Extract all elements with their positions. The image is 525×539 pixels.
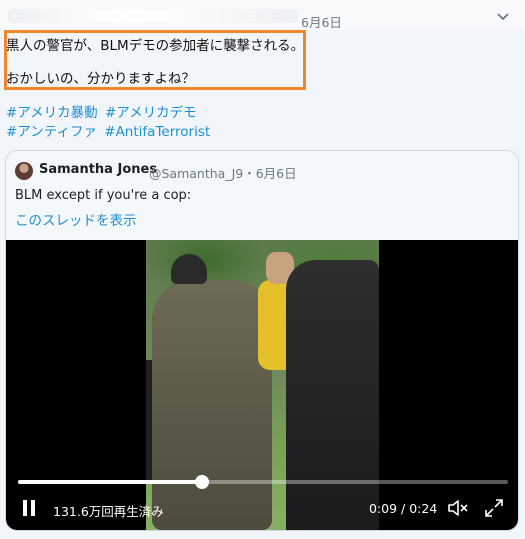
tweet-text-line-1: 黒人の警官が、BLMデモの参加者に襲撃される。 [6, 38, 305, 54]
tweet-date[interactable]: 6月6日 [301, 12, 342, 31]
hashtag-link[interactable]: #AntifaTerrorist [104, 124, 210, 140]
quoted-tweet-text: BLM except if you're a cop: [15, 188, 192, 203]
pause-icon[interactable] [22, 500, 36, 516]
hashtag-list: #アメリカ暴動 #アメリカデモ #アンティファ #AntifaTerrorist [6, 104, 306, 142]
video-progress-fill [18, 480, 202, 484]
video-frame [146, 240, 379, 530]
video-figure [171, 254, 207, 284]
quoted-handle-date: @Samantha_J9・6月6日 [149, 166, 297, 181]
more-chevron-icon[interactable] [489, 6, 517, 28]
video-time: 0:09 / 0:24 [369, 501, 438, 516]
video-figure [152, 280, 272, 530]
video-progress-bar[interactable] [18, 475, 508, 489]
fullscreen-icon[interactable] [483, 497, 505, 519]
avatar[interactable] [15, 162, 33, 180]
video-figure [286, 260, 379, 530]
quoted-tweet[interactable]: Samantha Jones @Samantha_J9・6月6日 BLM exc… [5, 150, 519, 531]
hashtag-link[interactable]: #アンティファ [6, 124, 97, 140]
hashtag-link[interactable]: #アメリカデモ [105, 105, 197, 121]
hashtag-link[interactable]: #アメリカ暴動 [6, 105, 98, 121]
video-player[interactable]: 131.6万回再生済み 0:09 / 0:24 [6, 240, 518, 530]
tweet-text-line-2: おかしいの、分かりますよね？ [6, 71, 195, 87]
redacted-user-name [8, 9, 298, 23]
quoted-user-name[interactable]: Samantha Jones [39, 162, 157, 177]
video-scrubber-handle[interactable] [194, 475, 209, 489]
show-thread-link[interactable]: このスレッドを表示 [15, 209, 137, 229]
view-count: 131.6万回再生済み [53, 504, 164, 519]
mute-icon[interactable] [446, 497, 470, 519]
